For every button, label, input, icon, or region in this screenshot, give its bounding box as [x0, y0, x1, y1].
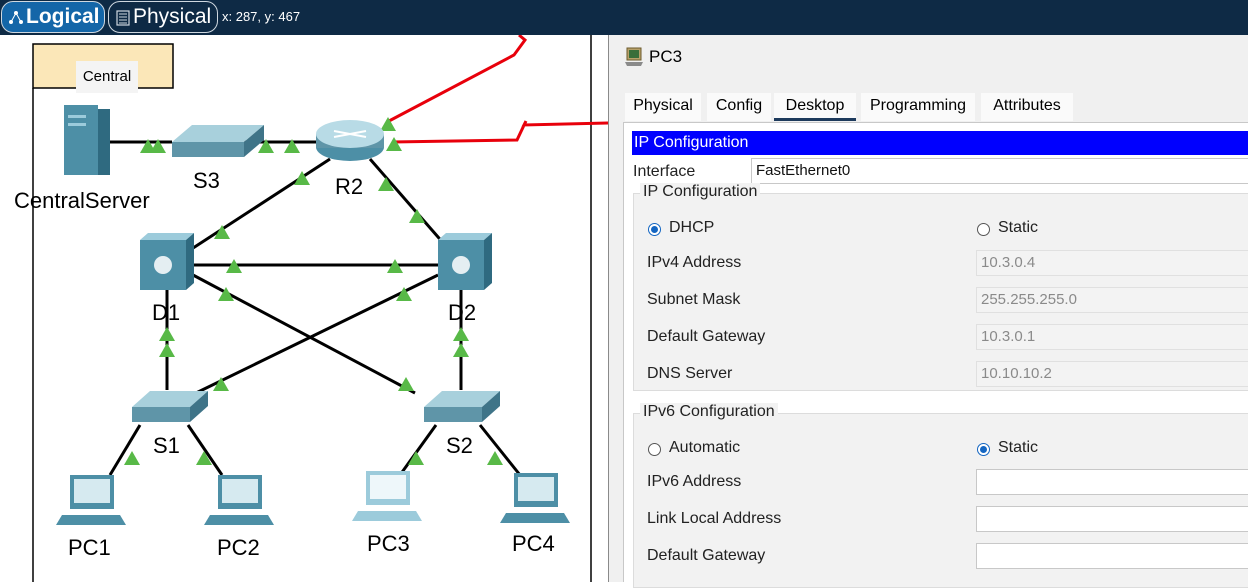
link-local-address-field[interactable]	[976, 506, 1248, 532]
interface-label: Interface	[633, 163, 696, 180]
workspace-toolbar: Logical Physical x: 287, y: 467	[0, 0, 1248, 35]
tab-programming[interactable]: Programming	[861, 93, 975, 121]
ip-configuration-panel: IP Configuration Interface FastEthernet0…	[623, 122, 1248, 588]
pc-icon[interactable]	[56, 475, 126, 525]
static-ipv6-radio[interactable]	[977, 443, 990, 456]
pc4-label: PC4	[512, 531, 555, 556]
logical-label: Logical	[26, 5, 100, 28]
s1-label: S1	[153, 433, 180, 458]
dns-server-label: DNS Server	[647, 365, 733, 382]
window-title: PC3	[649, 47, 683, 66]
subnet-mask-field[interactable]: 255.255.255.0	[976, 287, 1248, 313]
default-gateway-label: Default Gateway	[647, 328, 766, 345]
rack-icon	[116, 10, 130, 26]
link-local-address-label: Link Local Address	[647, 510, 782, 527]
static-ipv6-label: Static	[998, 439, 1039, 456]
tab-physical[interactable]: Physical	[625, 93, 701, 121]
serial-link-up[interactable]	[388, 35, 528, 123]
device-window[interactable]: PC3 Physical Config Desktop Programming …	[608, 35, 1248, 588]
ipv6-address-field[interactable]	[976, 469, 1248, 495]
static-ipv4-label: Static	[998, 219, 1039, 236]
r2-label: R2	[335, 174, 364, 199]
switch-icon[interactable]	[172, 125, 264, 157]
pc-icon[interactable]	[352, 471, 422, 521]
pc2-label: PC2	[217, 535, 260, 560]
s3-label: S3	[193, 168, 220, 193]
physical-label: Physical	[133, 5, 212, 28]
topology-canvas[interactable]: Central CentralServer S3 R2 D1 D2 S1 S2 …	[0, 35, 608, 582]
ipv6-default-gateway-field[interactable]	[976, 543, 1248, 569]
multilayer-switch-icon[interactable]	[140, 233, 194, 290]
server-label: CentralServer	[14, 188, 150, 213]
static-ipv4-radio[interactable]	[977, 223, 990, 236]
physical-view-button[interactable]: Physical	[108, 1, 218, 33]
cursor-coordinates: x: 287, y: 467	[222, 9, 301, 24]
switch-icon[interactable]	[132, 391, 208, 422]
cluster-label: Central	[76, 61, 138, 93]
switch-icon[interactable]	[424, 391, 500, 422]
topology-links	[32, 35, 608, 582]
ipv6-address-label: IPv6 Address	[647, 473, 742, 490]
default-gateway-field[interactable]: 10.3.0.1	[976, 324, 1248, 350]
d1-label: D1	[152, 300, 181, 325]
pc-icon[interactable]	[500, 473, 570, 523]
interface-select[interactable]: FastEthernet0	[751, 158, 1248, 184]
s2-label: S2	[446, 433, 473, 458]
multilayer-switch-icon[interactable]	[438, 233, 492, 290]
tab-attributes[interactable]: Attributes	[981, 93, 1073, 121]
ipv4-group-title: IP Configuration	[640, 183, 761, 201]
ipv4-address-label: IPv4 Address	[647, 254, 742, 271]
tab-desktop[interactable]: Desktop	[774, 93, 856, 121]
dhcp-radio[interactable]	[648, 223, 661, 236]
ip-configuration-header: IP Configuration	[632, 131, 1248, 155]
automatic-ipv6-radio[interactable]	[648, 443, 661, 456]
pc3-label: PC3	[367, 531, 410, 556]
pc1-label: PC1	[68, 535, 111, 560]
logical-network-icon	[9, 11, 23, 24]
d2-label: D2	[448, 300, 477, 325]
automatic-ipv6-label: Automatic	[669, 439, 741, 456]
tab-config[interactable]: Config	[707, 93, 771, 121]
serial-link-right[interactable]	[391, 120, 608, 144]
subnet-mask-label: Subnet Mask	[647, 291, 741, 308]
server-icon[interactable]	[64, 105, 110, 175]
dns-server-field[interactable]: 10.10.10.2	[976, 361, 1248, 387]
ipv6-group-title: IPv6 Configuration	[640, 403, 778, 421]
ipv6-default-gateway-label: Default Gateway	[647, 547, 766, 564]
pc-window-icon	[625, 47, 643, 66]
logical-view-button[interactable]: Logical	[1, 1, 105, 33]
router-icon[interactable]	[316, 120, 384, 161]
pc-icon[interactable]	[204, 475, 274, 525]
ipv4-address-field[interactable]: 10.3.0.4	[976, 250, 1248, 276]
dhcp-label: DHCP	[669, 219, 715, 236]
